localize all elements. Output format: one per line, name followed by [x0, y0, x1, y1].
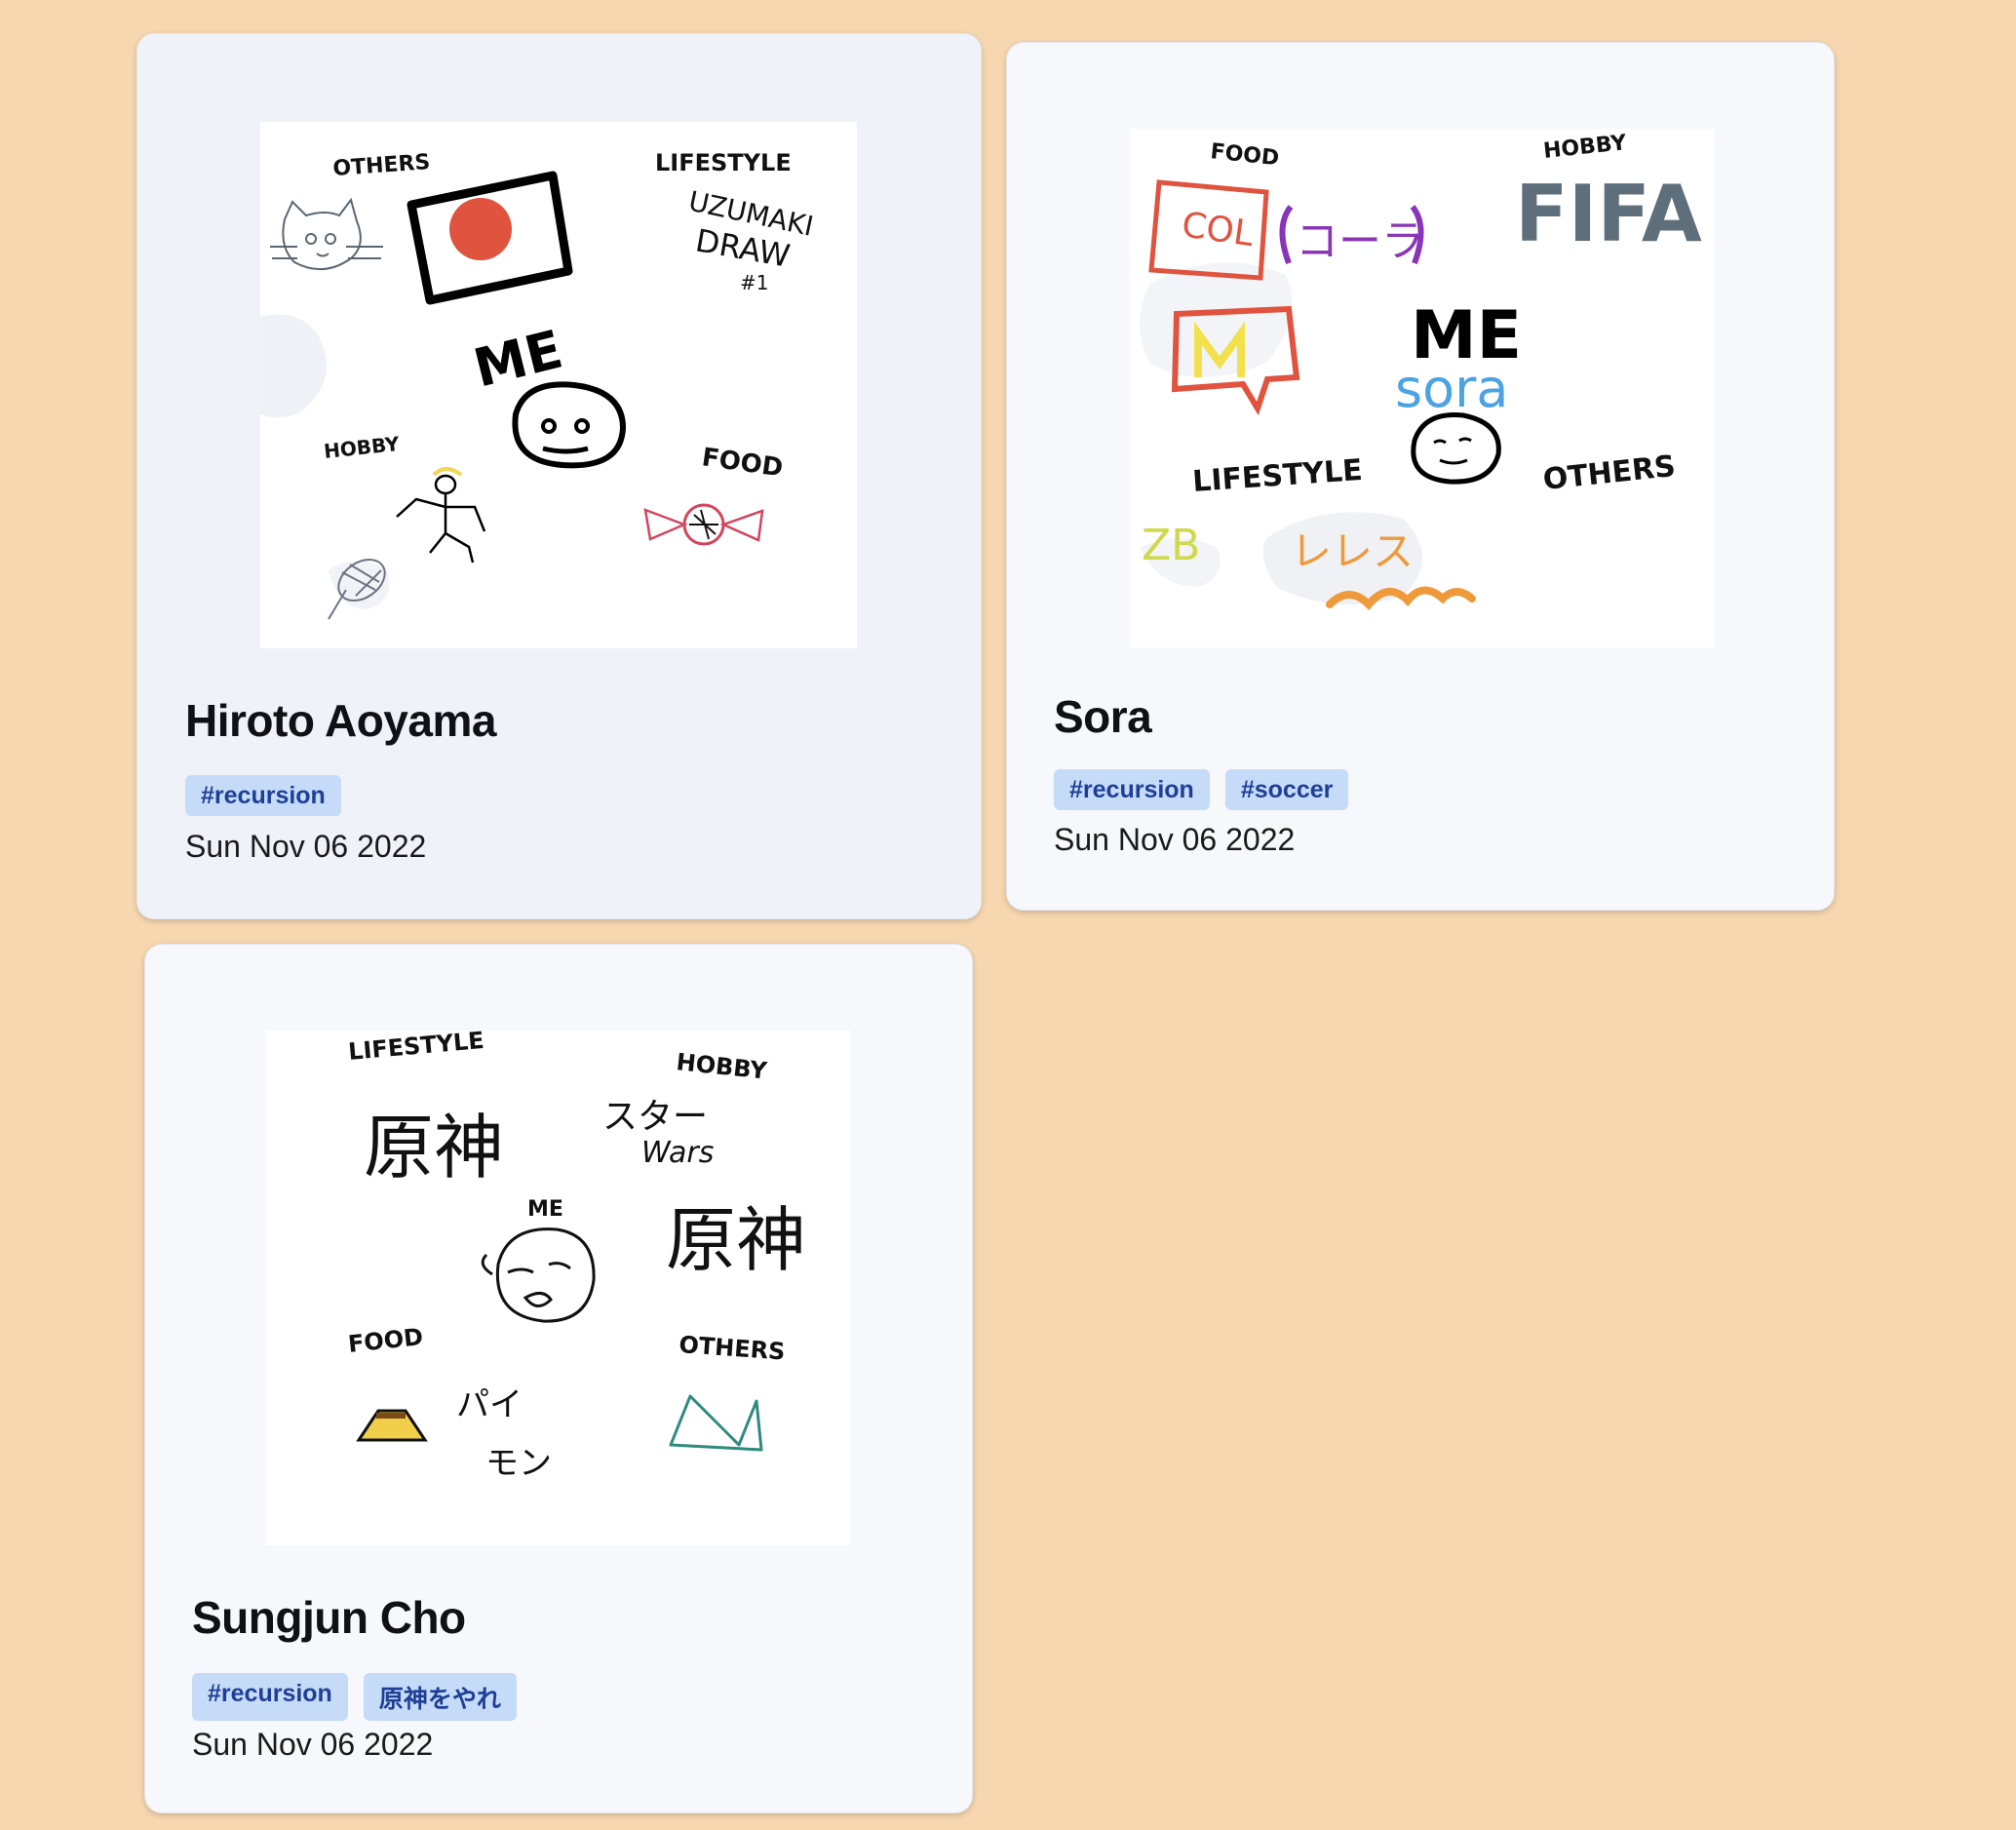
ribbon-doodle [669, 1394, 763, 1452]
card-name: Sora [1054, 691, 1152, 742]
mandala-drawing: OTHERS LIFESTYLE UZUMAKI DRAW #1 ME HOBB… [260, 122, 857, 648]
label-food: FOOD [1209, 139, 1280, 171]
label-hobby: HOBBY [675, 1048, 768, 1085]
mandala-drawing: FOOD COL コーラ HOBBY FIFA ME sora LIFESTYL… [1130, 129, 1715, 647]
tag-list: #recursion 原神をやれ [192, 1673, 517, 1721]
stick-figure-doodle [396, 467, 486, 564]
tag-soccer[interactable]: #soccer [1224, 769, 1349, 810]
smiley-face-doodle [512, 381, 627, 469]
lifestyle-note-genshin: 原神 [364, 1107, 504, 1188]
mandala-drawing: LIFESTYLE 原神 HOBBY スター Wars 原神 ME FOOD O… [266, 1031, 851, 1545]
tag-recursion[interactable]: #recursion [185, 775, 341, 816]
drawing-canvas: FOOD COL コーラ HOBBY FIFA ME sora LIFESTYL… [1140, 131, 1702, 610]
drawing-canvas: LIFESTYLE 原神 HOBBY スター Wars 原神 ME FOOD O… [347, 1031, 806, 1483]
profile-card-hiroto-aoyama[interactable]: OTHERS LIFESTYLE UZUMAKI DRAW #1 ME HOBB… [136, 33, 982, 919]
drawing-canvas: OTHERS LIFESTYLE UZUMAKI DRAW #1 ME HOBB… [260, 149, 816, 620]
card-name: Sungjun Cho [192, 1592, 466, 1643]
label-others: OTHERS [678, 1331, 787, 1366]
cola-word-doodle: コーラ [1279, 205, 1424, 266]
cola-can-doodle: COL [1148, 179, 1269, 281]
cola-katakana: コーラ [1296, 216, 1424, 266]
hobby-note-star: スター [602, 1097, 708, 1137]
cat-doodle [270, 197, 383, 271]
profile-card-sora[interactable]: FOOD COL コーラ HOBBY FIFA ME sora LIFESTYL… [1006, 42, 1835, 911]
pudding-doodle [356, 1409, 428, 1442]
hobby-note-genshin: 原神 [666, 1199, 806, 1281]
label-lifestyle: LIFESTYLE [655, 149, 792, 176]
label-hobby: HOBBY [1542, 131, 1629, 164]
label-lifestyle: LIFESTYLE [1191, 453, 1364, 499]
card-date: Sun Nov 06 2022 [1054, 822, 1296, 857]
me-note-sora: sora [1395, 358, 1508, 419]
label-food: FOOD [700, 443, 785, 483]
hobby-note-wars: Wars [641, 1136, 714, 1170]
label-others: OTHERS [1541, 449, 1677, 497]
food-note-mon: モン [485, 1444, 552, 1483]
japan-flag-doodle [407, 171, 573, 305]
lifestyle-note-1: ZB [1142, 521, 1200, 570]
cola-text: COL [1180, 205, 1257, 254]
smiley-face-doodle [1411, 412, 1501, 485]
fifa-text: FIFA [1515, 169, 1702, 259]
lifestyle-note-3: #1 [740, 271, 768, 294]
label-others: OTHERS [332, 150, 431, 181]
food-note-pai: パイ [456, 1385, 523, 1424]
tag-recursion[interactable]: #recursion [1054, 769, 1210, 810]
candy-doodle [643, 503, 764, 546]
card-name: Hiroto Aoyama [185, 695, 496, 746]
tag-genshin[interactable]: 原神をやれ [363, 1673, 517, 1721]
tag-list: #recursion #soccer [1054, 769, 1349, 810]
card-date: Sun Nov 06 2022 [192, 1727, 434, 1762]
lifestyle-note-2: レレス [1291, 527, 1414, 575]
tag-list: #recursion [185, 775, 341, 816]
profile-card-sungjun-cho[interactable]: LIFESTYLE 原神 HOBBY スター Wars 原神 ME FOOD O… [144, 944, 973, 1813]
face-doodle [481, 1227, 596, 1323]
label-lifestyle: LIFESTYLE [347, 1031, 485, 1066]
card-date: Sun Nov 06 2022 [185, 829, 427, 864]
label-hobby: HOBBY [323, 432, 401, 463]
tag-recursion[interactable]: #recursion [192, 1673, 348, 1721]
label-me: ME [527, 1197, 563, 1222]
label-food: FOOD [347, 1323, 425, 1358]
